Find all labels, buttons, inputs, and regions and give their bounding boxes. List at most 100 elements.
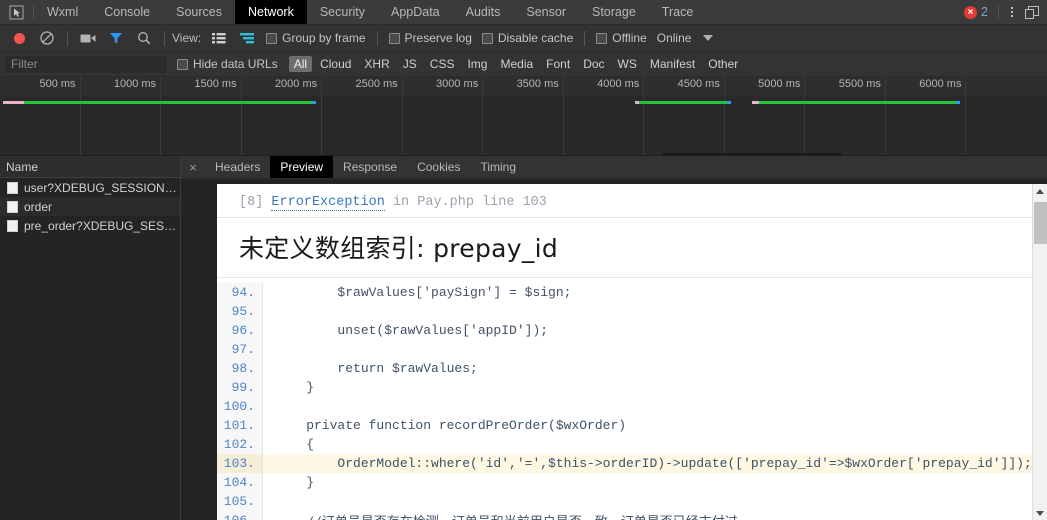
group-by-frame-checkbox[interactable]: Group by frame bbox=[262, 31, 369, 45]
type-filter-img[interactable]: Img bbox=[462, 56, 492, 72]
error-circle-icon: × bbox=[964, 5, 978, 19]
type-filter-doc[interactable]: Doc bbox=[578, 56, 609, 72]
request-name-header[interactable]: Name bbox=[0, 156, 180, 178]
list-view-icon[interactable] bbox=[206, 26, 232, 50]
exception-file: Pay.php line 103 bbox=[417, 195, 547, 210]
record-button-icon[interactable] bbox=[6, 26, 32, 50]
overview-selection-band[interactable] bbox=[662, 153, 843, 155]
type-filter-cloud[interactable]: Cloud bbox=[315, 56, 356, 72]
code-line-text: } bbox=[275, 380, 315, 395]
request-row[interactable]: order bbox=[0, 197, 180, 216]
detail-tab-list: Headers Preview Response Cookies Timing bbox=[205, 156, 526, 178]
devtools-tab-storage[interactable]: Storage bbox=[579, 0, 649, 24]
bar-wait-segment bbox=[3, 101, 25, 104]
preview-vertical-scrollbar[interactable] bbox=[1032, 184, 1047, 520]
network-toolbar: View: Group by frame Preserve log Disabl… bbox=[0, 25, 1047, 52]
devtools-tab-console[interactable]: Console bbox=[91, 0, 163, 24]
code-line: 94. $rawValues['paySign'] = $sign; bbox=[217, 283, 1036, 302]
type-filter-media[interactable]: Media bbox=[495, 56, 538, 72]
preserve-log-checkbox[interactable]: Preserve log bbox=[385, 31, 476, 45]
code-line-text: OrderModel::where('id','=',$this->orderI… bbox=[275, 456, 1032, 471]
scrollbar-track[interactable] bbox=[1033, 198, 1047, 506]
network-overview-timeline[interactable]: 500 ms 1000 ms 1500 ms 2000 ms 2500 ms 3000 m… bbox=[0, 77, 1047, 156]
bar-download-segment bbox=[24, 101, 316, 104]
filter-input[interactable] bbox=[5, 55, 167, 73]
type-filter-manifest[interactable]: Manifest bbox=[645, 56, 700, 72]
request-name: user?XDEBUG_SESSION_ST... bbox=[24, 180, 180, 195]
bar-end-marker bbox=[956, 101, 960, 104]
request-name: order bbox=[24, 199, 53, 214]
code-line-number: 102. bbox=[217, 435, 263, 454]
detail-tab-timing[interactable]: Timing bbox=[470, 156, 526, 178]
scroll-up-arrow-icon[interactable] bbox=[1033, 184, 1047, 198]
hide-data-urls-checkbox[interactable]: Hide data URLs bbox=[173, 57, 282, 71]
code-line: 103. OrderModel::where('id','=',$this->o… bbox=[217, 454, 1036, 473]
bar-end-marker bbox=[727, 101, 732, 104]
overview-tick-label: 6000 ms bbox=[919, 78, 962, 90]
code-line: 97. bbox=[217, 340, 1036, 359]
search-magnifier-icon[interactable] bbox=[131, 26, 157, 50]
devtools-window: Wxml Console Sources Network Security AppData… bbox=[0, 0, 1047, 520]
exception-code: [8] bbox=[239, 195, 264, 210]
devtools-tab-network[interactable]: Network bbox=[234, 0, 307, 24]
devtools-tab-wxml[interactable]: Wxml bbox=[34, 0, 91, 24]
code-line-number: 103. bbox=[217, 454, 263, 473]
code-line-number: 99. bbox=[217, 378, 263, 397]
kebab-menu-icon[interactable] bbox=[1003, 7, 1021, 17]
detail-tab-cookies[interactable]: Cookies bbox=[407, 156, 470, 178]
type-filter-js[interactable]: JS bbox=[398, 56, 422, 72]
type-filter-all[interactable]: All bbox=[288, 56, 313, 72]
inspect-cursor-icon[interactable] bbox=[0, 0, 33, 24]
dock-position-icon[interactable] bbox=[1021, 5, 1043, 19]
close-icon[interactable]: × bbox=[181, 156, 205, 178]
code-line-text: { bbox=[275, 437, 315, 452]
error-badge[interactable]: × 2 bbox=[958, 5, 994, 19]
throttling-value[interactable]: Online bbox=[653, 31, 696, 45]
type-filter-other[interactable]: Other bbox=[703, 56, 743, 72]
detail-tab-response[interactable]: Response bbox=[333, 156, 407, 178]
chevron-down-icon[interactable] bbox=[703, 35, 714, 41]
devtools-tab-sources[interactable]: Sources bbox=[163, 0, 235, 24]
bar-download-segment bbox=[639, 101, 732, 104]
type-filter-xhr[interactable]: XHR bbox=[359, 56, 394, 72]
source-code-block: 94. $rawValues['paySign'] = $sign; 95. 96.… bbox=[217, 278, 1036, 520]
exception-type-link[interactable]: ErrorException bbox=[271, 195, 385, 211]
view-label: View: bbox=[172, 31, 202, 45]
scroll-down-arrow-icon[interactable] bbox=[1033, 506, 1047, 520]
detail-tab-preview[interactable]: Preview bbox=[270, 156, 334, 178]
request-list-column: Name user?XDEBUG_SESSION_ST...order pre_o… bbox=[0, 156, 181, 520]
type-filter-font[interactable]: Font bbox=[541, 56, 575, 72]
code-line: 96. unset($rawValues['appID']); bbox=[217, 321, 1036, 340]
type-filter-ws[interactable]: WS bbox=[613, 56, 642, 72]
code-line: 95. bbox=[217, 302, 1036, 321]
bar-end-marker bbox=[311, 101, 316, 104]
devtools-tab-security[interactable]: Security bbox=[307, 0, 378, 24]
document-icon bbox=[7, 219, 18, 232]
scroll-thumb[interactable] bbox=[1033, 202, 1047, 244]
filter-funnel-icon[interactable] bbox=[103, 26, 129, 50]
code-line: 105. bbox=[217, 492, 1036, 511]
checkbox-box bbox=[266, 32, 278, 44]
clear-no-entry-icon[interactable] bbox=[34, 26, 60, 50]
request-row[interactable]: user?XDEBUG_SESSION_ST... bbox=[0, 178, 180, 197]
offline-label: Offline bbox=[612, 31, 647, 45]
code-line: 98. return $rawValues; bbox=[217, 359, 1036, 378]
devtools-tab-trace[interactable]: Trace bbox=[649, 0, 707, 24]
disable-cache-checkbox[interactable]: Disable cache bbox=[478, 31, 577, 45]
document-icon bbox=[7, 181, 18, 194]
preview-document: [8] ErrorException in Pay.php line 103 未… bbox=[217, 184, 1036, 520]
exception-message: 未定义数组索引: prepay_id bbox=[217, 218, 1036, 278]
offline-checkbox[interactable]: Offline bbox=[592, 31, 650, 45]
request-row[interactable]: pre_order?XDEBUG_SESSIO... bbox=[0, 216, 180, 235]
code-line-number: 97. bbox=[217, 340, 263, 359]
waterfall-view-icon[interactable] bbox=[234, 26, 260, 50]
request-detail-pane: × Headers Preview Response Cookies Timing [8… bbox=[181, 156, 1047, 520]
devtools-tab-audits[interactable]: Audits bbox=[453, 0, 514, 24]
devtools-tab-sensor[interactable]: Sensor bbox=[513, 0, 579, 24]
devtools-tab-appdata[interactable]: AppData bbox=[378, 0, 453, 24]
detail-tab-headers[interactable]: Headers bbox=[205, 156, 270, 178]
capture-screenshots-icon[interactable] bbox=[75, 26, 101, 50]
type-filter-css[interactable]: CSS bbox=[425, 56, 460, 72]
exception-header: [8] ErrorException in Pay.php line 103 bbox=[217, 184, 1036, 218]
code-line: 101. private function recordPreOrder($wx… bbox=[217, 416, 1036, 435]
